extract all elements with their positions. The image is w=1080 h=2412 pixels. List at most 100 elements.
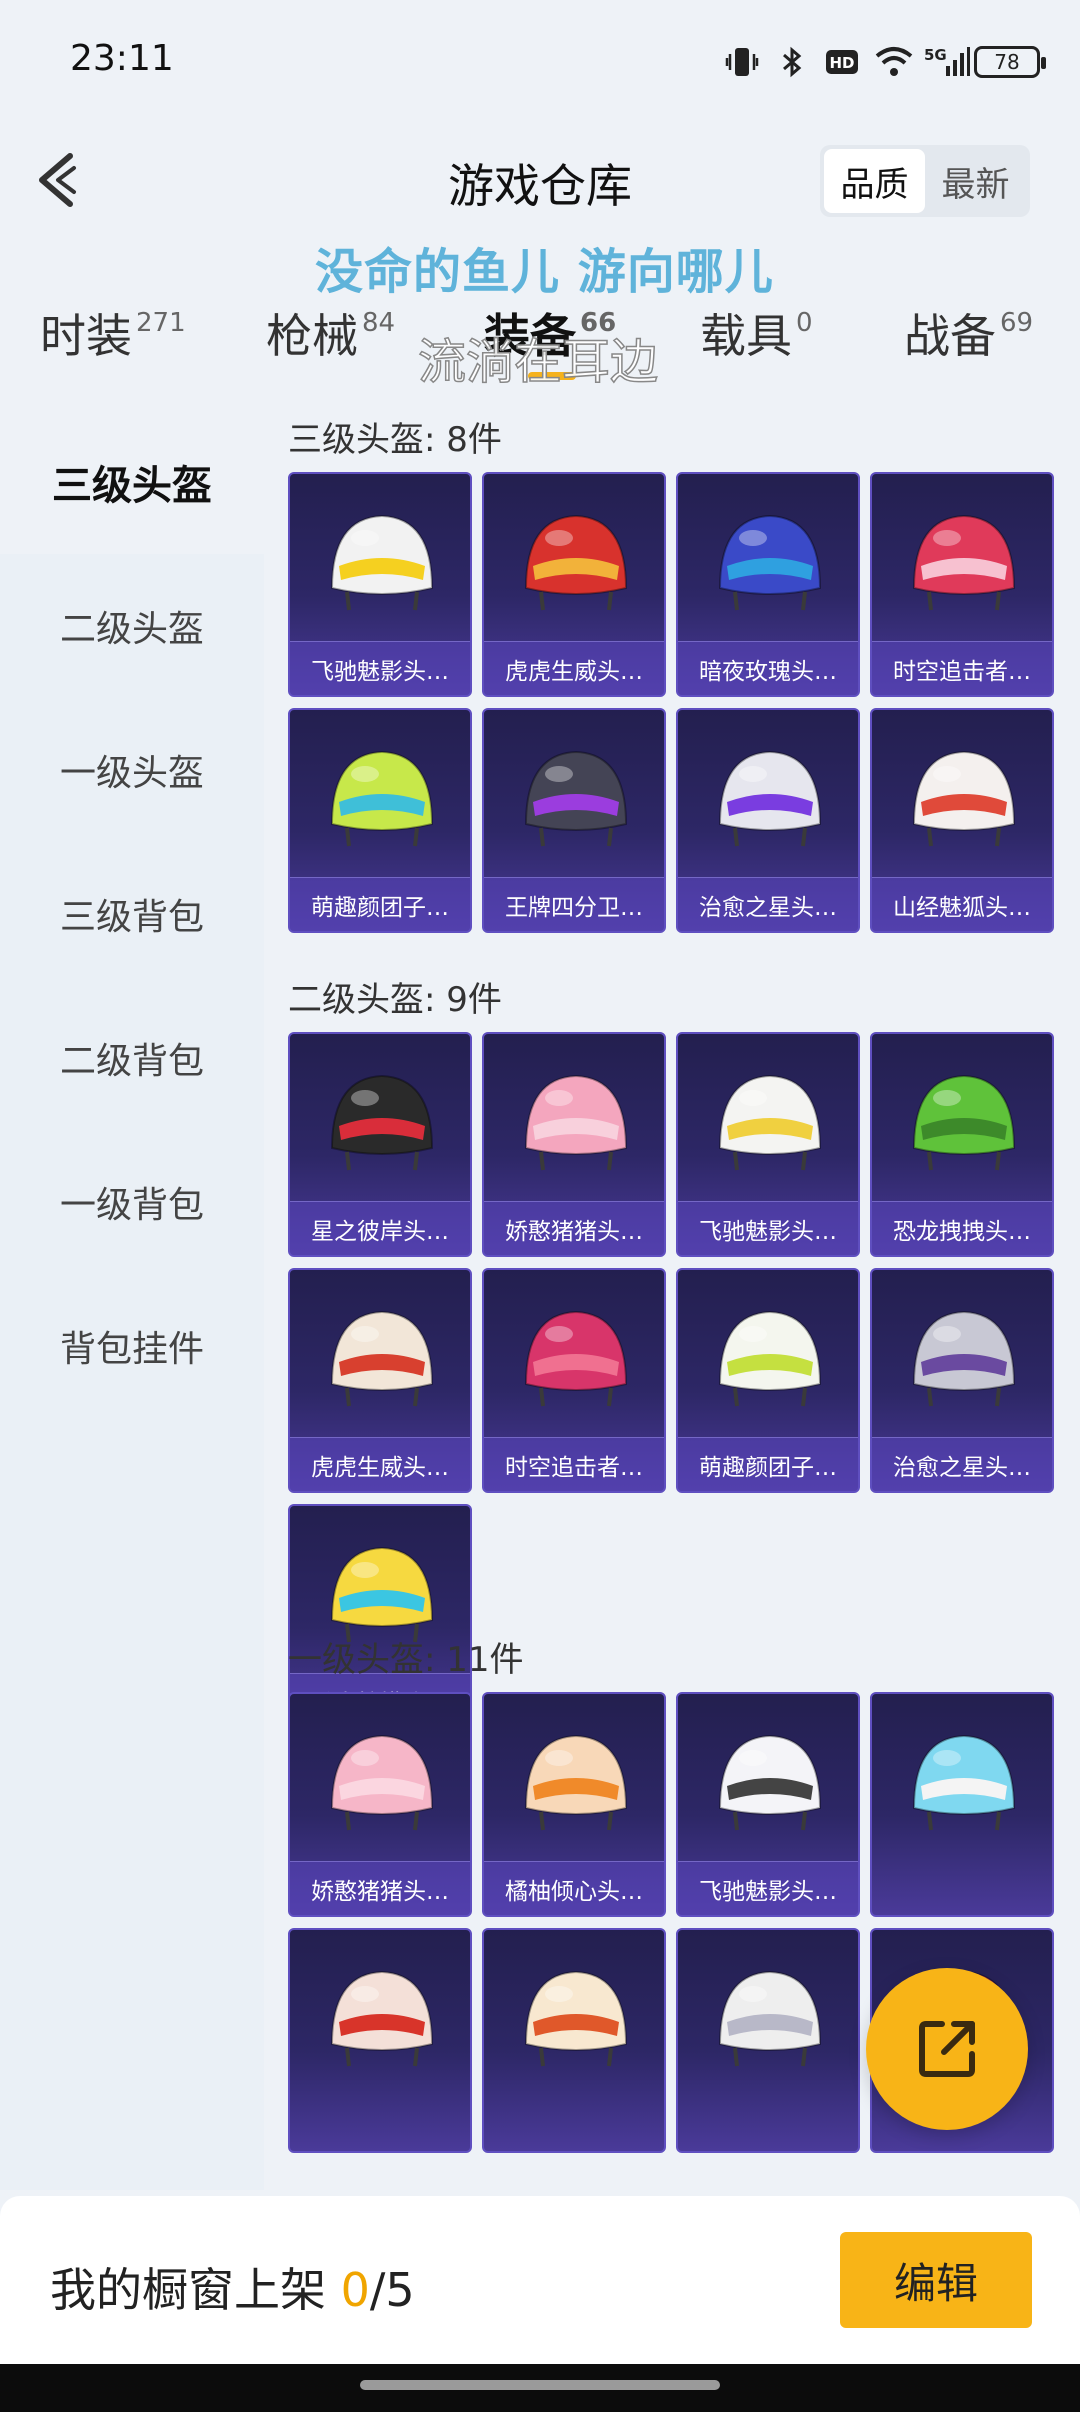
helmet-icon [718, 1734, 822, 1831]
item-card[interactable]: 娇憨猪猪头… [482, 1032, 666, 1257]
status-icons: HD 5G 78 [724, 40, 1046, 84]
sidebar-item-level3-backpack[interactable]: 三级背包 [0, 842, 264, 986]
status-bar: 23:11 HD 5G 78 [0, 0, 1080, 120]
section-title: 一级头盔: 11件 [288, 1640, 524, 1680]
vibrate-icon [724, 44, 760, 80]
helmet-icon [718, 1310, 822, 1407]
item-card[interactable]: 娇憨猪猪头… [288, 1692, 472, 1917]
item-card[interactable]: 萌趣颜团子… [288, 708, 472, 933]
item-name: 橘柚倾心头… [484, 1861, 664, 1915]
helmet-icon [912, 1734, 1016, 1831]
item-card[interactable]: 虎虎生威头… [288, 1268, 472, 1493]
item-name: 恐龙拽拽头… [872, 1201, 1052, 1255]
share-button[interactable] [866, 1968, 1028, 2130]
tab-vehicles[interactable]: 载具 0 [700, 300, 813, 366]
signal-5g-icon: 5G [924, 44, 970, 80]
item-card[interactable]: 时空追击者… [482, 1268, 666, 1493]
tab-battle-gear[interactable]: 战备 69 [904, 300, 1033, 366]
helmet-icon [524, 514, 628, 611]
helmet-icon [330, 1734, 434, 1831]
overlay-caption: 没命的鱼儿 游向哪儿 [315, 244, 774, 300]
helmet-icon [330, 750, 434, 847]
tab-guns[interactable]: 枪械 84 [266, 300, 395, 366]
item-card[interactable]: 萌趣颜团子… [676, 1268, 860, 1493]
item-card[interactable] [288, 1928, 472, 2153]
sort-toggle: 品质 最新 [820, 145, 1030, 217]
wifi-icon [874, 44, 913, 80]
item-name: 暗夜玫瑰头… [678, 641, 858, 695]
item-name: 山经魅狐头… [872, 877, 1052, 931]
category-sidebar: 三级头盔 二级头盔 一级头盔 三级背包 二级背包 一级背包 背包挂件 [0, 410, 264, 2190]
item-card[interactable]: 王牌四分卫… [482, 708, 666, 933]
item-card[interactable]: 星之彼岸头… [288, 1032, 472, 1257]
helmet-icon [718, 1970, 822, 2067]
item-card[interactable]: 暗夜玫瑰头… [676, 472, 860, 697]
item-card[interactable] [676, 1928, 860, 2153]
item-name: 飞驰魅影头… [290, 641, 470, 695]
item-card[interactable] [482, 1928, 666, 2153]
tab-label: 时装 [40, 309, 132, 363]
share-external-icon [919, 2021, 975, 2077]
item-card[interactable]: 飞驰魅影头… [676, 1032, 860, 1257]
sidebar-item-level2-backpack[interactable]: 二级背包 [0, 986, 264, 1130]
section-title: 二级头盔: 9件 [288, 980, 502, 1020]
tab-label: 枪械 [266, 309, 358, 363]
item-card[interactable]: 恐龙拽拽头… [870, 1032, 1054, 1257]
sort-newest-option[interactable]: 最新 [925, 149, 1026, 213]
item-name: 时空追击者… [872, 641, 1052, 695]
sidebar-item-level1-backpack[interactable]: 一级背包 [0, 1130, 264, 1274]
item-card[interactable]: 飞驰魅影头… [676, 1692, 860, 1917]
tab-label: 战备 [904, 309, 996, 363]
sidebar-item-level2-helmet[interactable]: 二级头盔 [0, 554, 264, 698]
item-card[interactable] [870, 1692, 1054, 1917]
helmet-icon [330, 514, 434, 611]
showcase-count: 0 [340, 2263, 370, 2317]
item-name: 娇憨猪猪头… [484, 1201, 664, 1255]
item-name: 萌趣颜团子… [290, 877, 470, 931]
section-title: 三级头盔: 8件 [288, 420, 502, 460]
tab-label: 载具 [700, 309, 792, 363]
battery-indicator: 78 [974, 46, 1046, 78]
svg-text:HD: HD [829, 54, 854, 72]
item-card[interactable]: 时空追击者… [870, 472, 1054, 697]
item-name: 飞驰魅影头… [678, 1861, 858, 1915]
sidebar-item-level1-helmet[interactable]: 一级头盔 [0, 698, 264, 842]
item-name: 萌趣颜团子… [678, 1437, 858, 1491]
item-card[interactable]: 虎虎生威头… [482, 472, 666, 697]
showcase-total: /5 [369, 2263, 415, 2317]
helmet-icon [912, 514, 1016, 611]
item-name: 治愈之星头… [678, 877, 858, 931]
item-card[interactable]: 山经魅狐头… [870, 708, 1054, 933]
item-card[interactable]: 治愈之星头… [870, 1268, 1054, 1493]
status-time: 23:11 [70, 38, 174, 79]
showcase-status: 我的橱窗上架 0/5 [50, 2254, 415, 2320]
helmet-icon [524, 1310, 628, 1407]
item-name: 娇憨猪猪头… [290, 1861, 470, 1915]
sidebar-item-level3-helmet[interactable]: 三级头盔 [0, 410, 264, 554]
svg-text:5G: 5G [924, 46, 947, 64]
tab-count: 84 [362, 308, 396, 338]
sidebar-item-backpack-charm[interactable]: 背包挂件 [0, 1274, 264, 1418]
item-card[interactable]: 橘柚倾心头… [482, 1692, 666, 1917]
edit-button[interactable]: 编辑 [840, 2232, 1032, 2328]
chevron-left-icon [39, 153, 76, 207]
sort-quality-option[interactable]: 品质 [824, 149, 925, 213]
helmet-icon [524, 1734, 628, 1831]
bluetooth-icon [774, 44, 810, 80]
item-card[interactable]: 飞驰魅影头… [288, 472, 472, 697]
home-indicator[interactable] [360, 2380, 720, 2390]
back-button[interactable] [30, 150, 90, 210]
item-grid: 三级头盔: 8件 飞驰魅影头… 虎虎生威头… 暗夜玫瑰头… 时空追击者… 萌趣颜团子… 王牌… [288, 410, 1060, 2190]
helmet-icon [912, 750, 1016, 847]
helmet-icon [524, 750, 628, 847]
item-card[interactable]: 治愈之星头… [676, 708, 860, 933]
helmet-icon [718, 514, 822, 611]
tab-fashion[interactable]: 时装 271 [40, 300, 186, 366]
helmet-icon [912, 1074, 1016, 1171]
tab-count: 0 [796, 308, 813, 338]
helmet-icon [524, 1970, 628, 2067]
helmet-icon [524, 1074, 628, 1171]
showcase-bar: 我的橱窗上架 0/5 编辑 [0, 2196, 1080, 2364]
item-name: 时空追击者… [484, 1437, 664, 1491]
item-name: 王牌四分卫… [484, 877, 664, 931]
